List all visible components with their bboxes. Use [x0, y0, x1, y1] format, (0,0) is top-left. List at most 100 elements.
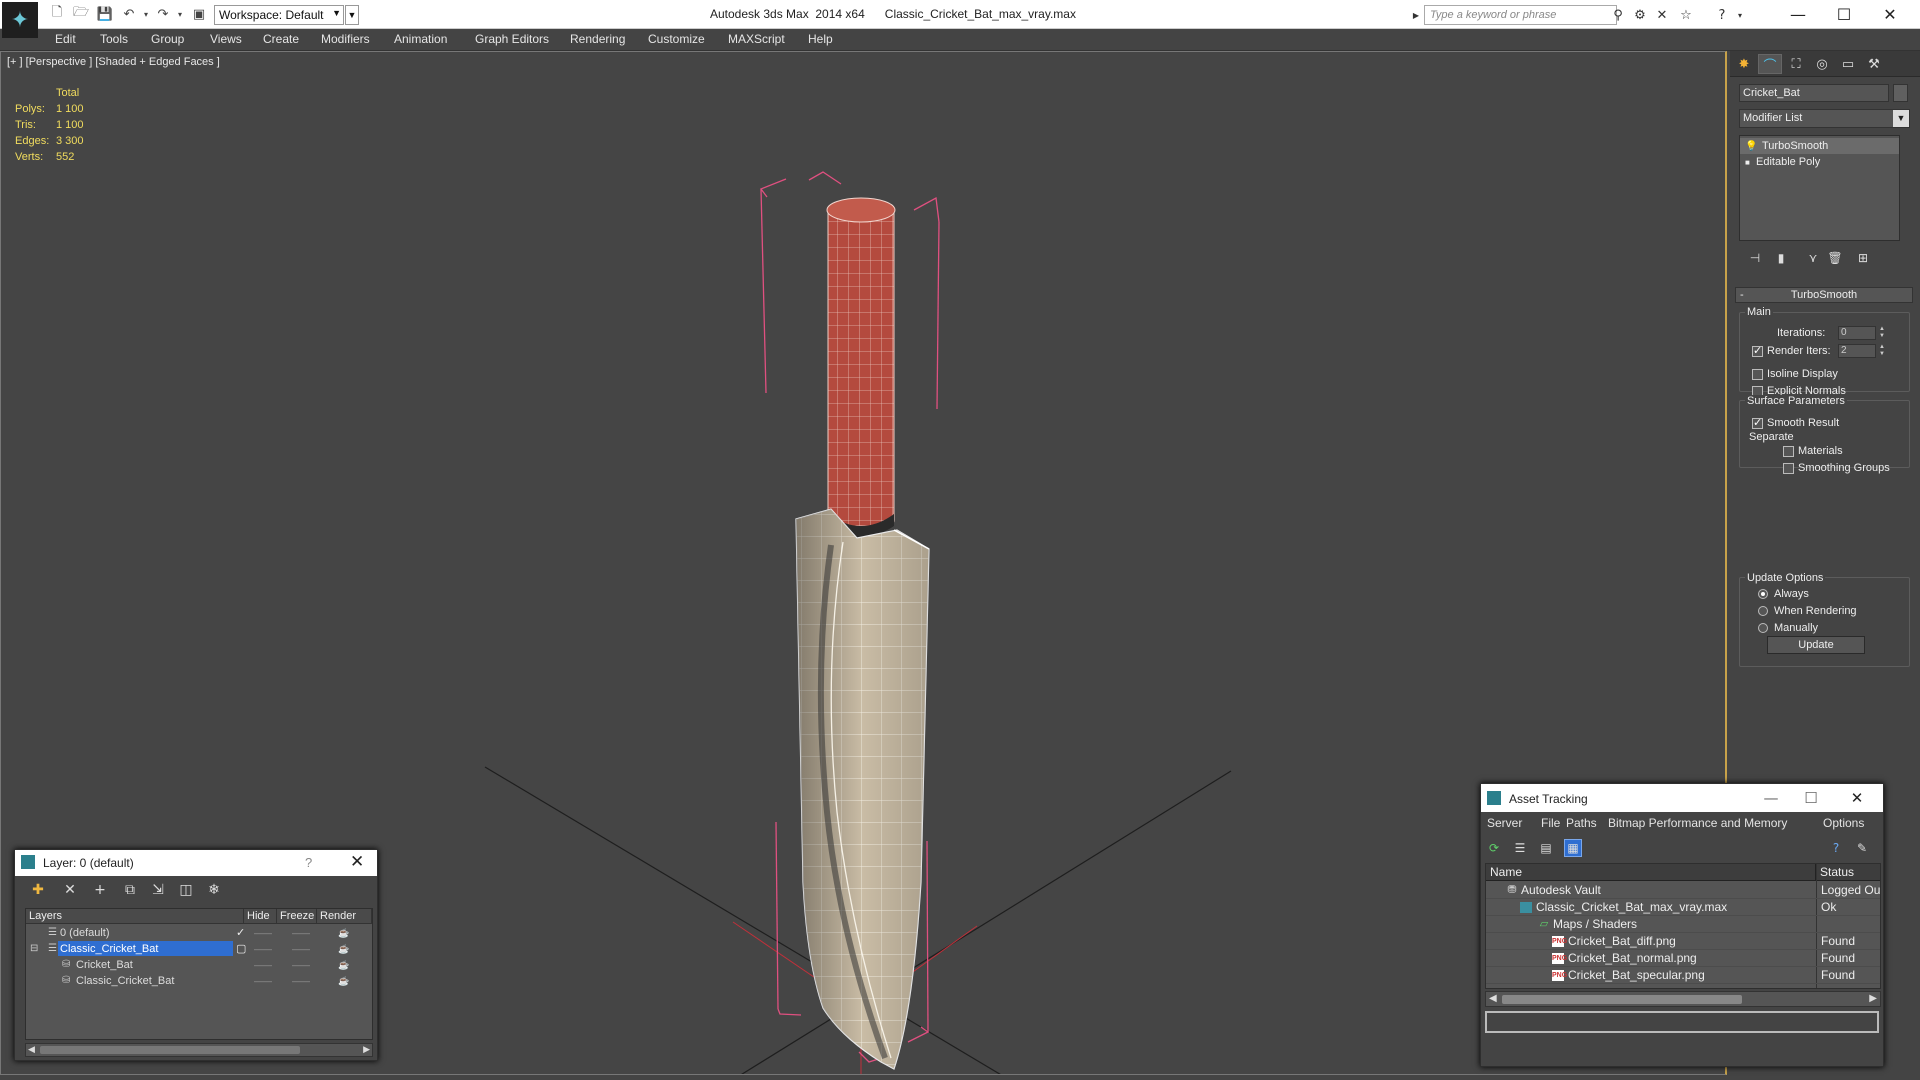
refresh-icon[interactable]: ⟳ [1485, 839, 1503, 857]
stack-item-turbosmooth[interactable]: 💡 TurboSmooth [1740, 138, 1899, 154]
asset-menu-server[interactable]: Server [1487, 816, 1522, 830]
menu-help[interactable]: Help [808, 32, 833, 46]
turbosmooth-rollout-header[interactable]: - TurboSmooth [1735, 287, 1913, 303]
create-tab-icon[interactable]: ✸ [1732, 54, 1756, 74]
manually-radio[interactable] [1758, 623, 1768, 633]
active-layer-check-icon[interactable]: ✓ [236, 925, 245, 941]
render-iters-checkbox[interactable] [1752, 344, 1763, 357]
always-radio[interactable] [1758, 589, 1768, 599]
asset-row[interactable]: Classic_Cricket_Bat_max_vray.max Ok [1486, 899, 1880, 916]
close-icon[interactable]: ✕ [1837, 786, 1877, 810]
menu-customize[interactable]: Customize [648, 32, 705, 46]
menu-tools[interactable]: Tools [100, 32, 128, 46]
minimize-button[interactable]: — [1775, 0, 1821, 29]
workspace-menu-button[interactable]: ▼ [345, 5, 359, 25]
menu-maxscript[interactable]: MAXScript [728, 32, 785, 46]
delete-layer-icon[interactable]: ✕ [61, 881, 79, 899]
hide-all-layers-icon[interactable]: ◫ [177, 881, 195, 899]
render-teapot-icon[interactable]: ☕ [338, 957, 349, 973]
menu-graph-editors[interactable]: Graph Editors [475, 32, 549, 46]
menu-create[interactable]: Create [263, 32, 299, 46]
column-header-render[interactable]: Render [317, 909, 372, 924]
stack-item-editable-poly[interactable]: ■ Editable Poly [1740, 154, 1899, 170]
close-button[interactable]: ✕ [1867, 0, 1913, 29]
asset-menu-paths[interactable]: Paths [1566, 816, 1597, 830]
render-teapot-icon[interactable]: ☕ [338, 941, 349, 957]
iterations-spinner-arrows-icon[interactable]: ▲ ▼ [1878, 326, 1886, 340]
undo-dropdown-icon[interactable]: ▾ [137, 5, 155, 23]
exchange-icon[interactable]: ✕ [1652, 6, 1672, 24]
layer-window-titlebar[interactable]: Layer: 0 (default) ? ✕ [15, 850, 377, 876]
when-rendering-radio[interactable] [1758, 606, 1768, 616]
freeze-toggle-icon[interactable]: —— [292, 925, 310, 941]
materials-checkbox[interactable] [1783, 446, 1794, 457]
binoculars-icon[interactable]: ⚲ [1608, 6, 1628, 24]
add-to-layer-icon[interactable]: + [91, 881, 109, 899]
save-file-icon[interactable]: 💾 [96, 5, 114, 23]
column-header-status[interactable]: Status [1816, 864, 1880, 881]
hierarchy-tab-icon[interactable]: ⛶ [1784, 54, 1808, 74]
list-view-icon[interactable]: ☰ [1511, 839, 1529, 857]
asset-row[interactable]: PNG Cricket_Bat_diff.png Found [1486, 933, 1880, 950]
redo-icon[interactable]: ↷ [154, 5, 172, 23]
hide-toggle-icon[interactable]: —— [254, 957, 272, 973]
scrollbar-thumb[interactable] [1502, 995, 1742, 1004]
favorites-star-icon[interactable]: ☆ [1676, 6, 1696, 24]
update-button[interactable]: Update [1767, 636, 1865, 654]
menu-modifiers[interactable]: Modifiers [321, 32, 370, 46]
help-dropdown-icon[interactable]: ▾ [1730, 6, 1750, 24]
utilities-tab-icon[interactable]: ⚒ [1862, 54, 1886, 74]
asset-row[interactable]: PNG Cricket_Bat_specular.png Found [1486, 967, 1880, 984]
help-icon[interactable]: ? [305, 855, 312, 870]
add-to-layer-box-icon[interactable]: ▢ [236, 941, 246, 957]
smooth-result-checkbox[interactable] [1752, 416, 1763, 429]
menu-group[interactable]: Group [151, 32, 184, 46]
open-file-icon[interactable]: 🗁 [72, 5, 90, 23]
project-folder-icon[interactable]: ▣ [190, 5, 208, 23]
object-color-swatch[interactable] [1893, 84, 1908, 102]
collapse-minus-icon[interactable]: ⊟ [30, 941, 38, 957]
freeze-toggle-icon[interactable]: —— [292, 957, 310, 973]
maximize-button[interactable]: ☐ [1821, 0, 1867, 29]
asset-horizontal-scrollbar[interactable]: ◀ ▶ [1485, 991, 1881, 1007]
column-header-layers[interactable]: Layers [26, 909, 244, 924]
render-iters-spinner[interactable]: 2 [1838, 344, 1876, 358]
asset-path-field[interactable] [1485, 1011, 1879, 1033]
layer-row[interactable]: ⛁ Classic_Cricket_Bat —— —— ☕ [26, 973, 372, 989]
minimize-icon[interactable]: — [1751, 786, 1791, 810]
remove-modifier-icon[interactable]: 🗑 [1825, 248, 1845, 268]
highlight-editable-icon[interactable]: ✎ [1853, 839, 1871, 857]
close-icon[interactable]: ✕ [350, 852, 364, 872]
make-unique-icon[interactable]: ⋎ [1803, 248, 1823, 268]
communication-center-icon[interactable]: ⚙ [1630, 6, 1650, 24]
highlight-selected-layer-icon[interactable]: ⇲ [149, 881, 167, 899]
asset-menu-options[interactable]: Options [1823, 816, 1864, 830]
asset-row[interactable]: ▱ Maps / Shaders [1486, 916, 1880, 933]
show-end-result-icon[interactable]: ▮ [1771, 248, 1791, 268]
column-header-hide[interactable]: Hide [244, 909, 277, 924]
column-header-name[interactable]: Name [1486, 864, 1816, 881]
new-file-icon[interactable]: 🗋 [48, 5, 66, 23]
pin-stack-icon[interactable]: ⊣ [1745, 248, 1765, 268]
motion-tab-icon[interactable]: ◎ [1810, 54, 1834, 74]
tree-view-icon[interactable]: ▤ [1537, 839, 1555, 857]
isoline-display-checkbox[interactable] [1752, 369, 1763, 380]
asset-row[interactable]: PNG Cricket_Bat_normal.png Found [1486, 950, 1880, 967]
hide-toggle-icon[interactable]: —— [254, 925, 272, 941]
menu-edit[interactable]: Edit [55, 32, 76, 46]
freeze-toggle-icon[interactable]: —— [292, 973, 310, 989]
create-layer-icon[interactable]: ✚ [29, 881, 47, 899]
scroll-right-icon[interactable]: ▶ [1869, 992, 1877, 1006]
expand-plus-icon[interactable]: ■ [1745, 155, 1750, 171]
layer-row[interactable]: ⛁ Cricket_Bat —— —— ☕ [26, 957, 372, 973]
display-tab-icon[interactable]: ▭ [1836, 54, 1860, 74]
scrollbar-thumb[interactable] [40, 1046, 300, 1054]
redo-dropdown-icon[interactable]: ▾ [171, 5, 189, 23]
smoothing-groups-checkbox[interactable] [1783, 463, 1794, 474]
select-objects-in-layer-icon[interactable]: ⧉ [121, 881, 139, 899]
modifier-list-dropdown[interactable]: Modifier List ▼ [1739, 109, 1910, 128]
asset-menu-file[interactable]: File [1541, 816, 1560, 830]
undo-icon[interactable]: ↶ [120, 5, 138, 23]
help-icon[interactable]: ? [1712, 6, 1732, 24]
search-expand-icon[interactable]: ▶ [1411, 6, 1421, 24]
